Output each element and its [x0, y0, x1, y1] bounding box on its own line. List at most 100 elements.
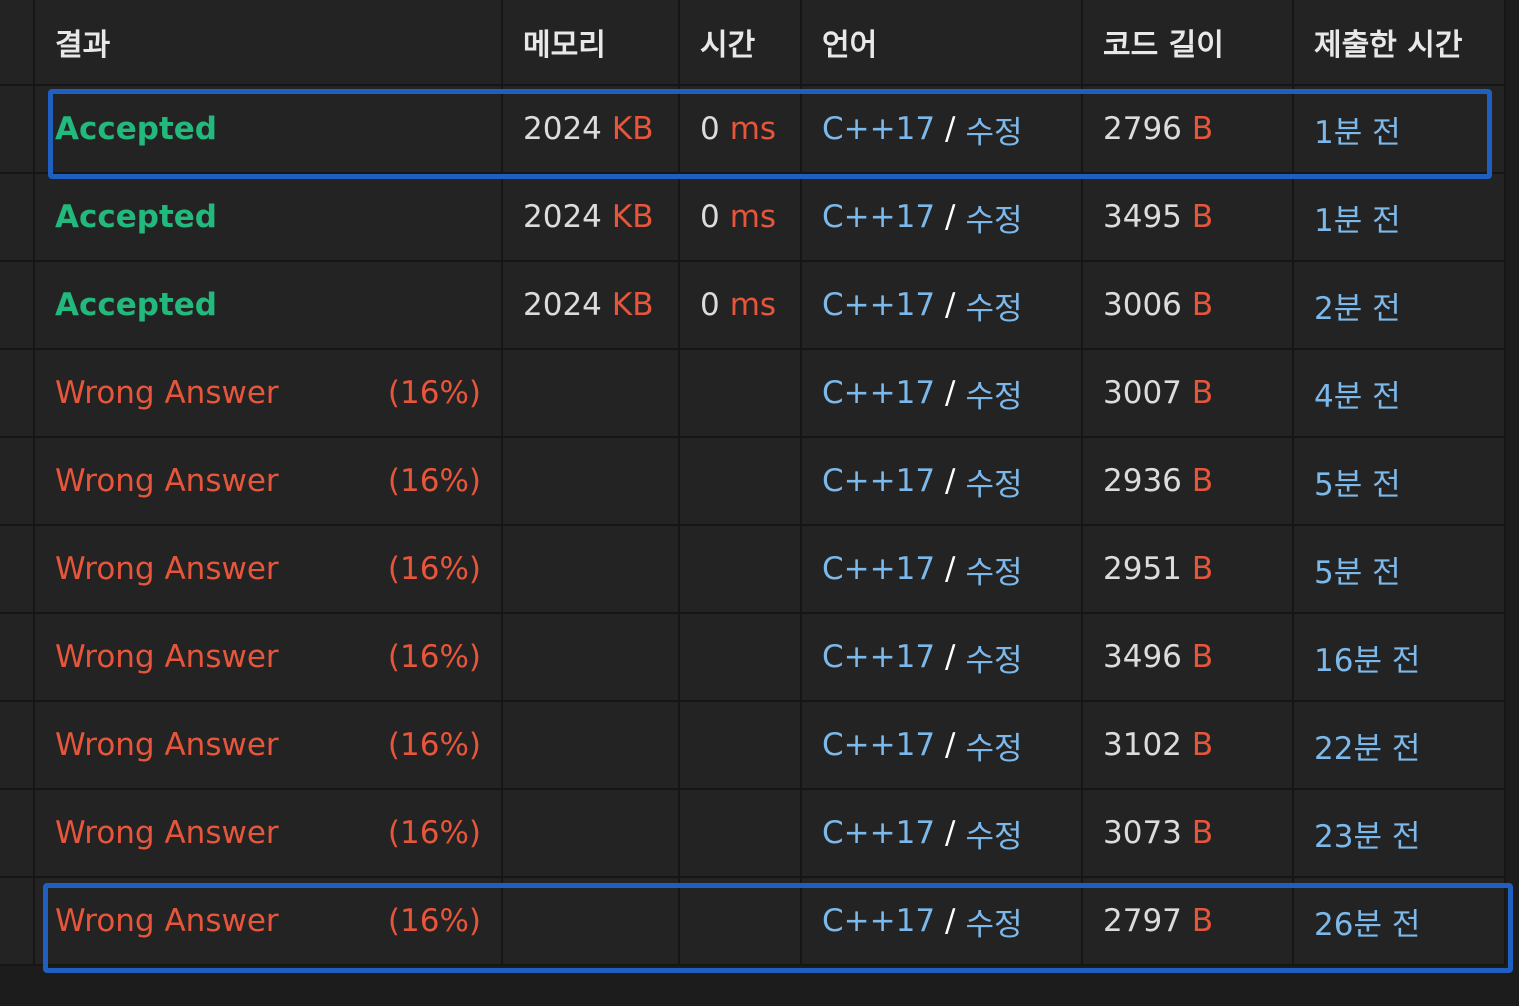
edit-link[interactable]: 수정 [966, 899, 1023, 944]
code-length-unit: B [1191, 727, 1214, 763]
submitted-time-link[interactable]: 2분 전 [1314, 283, 1401, 328]
separator: / [945, 727, 956, 763]
result-cell: Accepted [35, 86, 503, 172]
submitted-time-link[interactable]: 1분 전 [1314, 107, 1401, 152]
code-length-value: 3102 [1103, 727, 1182, 763]
header-time: 시간 [680, 0, 802, 84]
result-cell: Wrong Answer (16%) [35, 526, 503, 612]
result-cell: Wrong Answer (16%) [35, 790, 503, 876]
result-status[interactable]: Wrong Answer [55, 903, 279, 939]
edit-link[interactable]: 수정 [966, 283, 1023, 328]
row-spacer [0, 790, 35, 876]
memory-value: 2024 [523, 199, 602, 235]
result-status[interactable]: Wrong Answer [55, 463, 279, 499]
code-length-cell: 3006 B [1083, 262, 1294, 348]
header-language: 언어 [802, 0, 1083, 84]
language-cell: C++17 / 수정 [802, 438, 1083, 524]
result-status[interactable]: Accepted [55, 287, 217, 323]
language-link[interactable]: C++17 [822, 375, 935, 411]
code-length-cell: 2796 B [1083, 86, 1294, 172]
language-link[interactable]: C++17 [822, 287, 935, 323]
submitted-time-link[interactable]: 23분 전 [1314, 811, 1420, 856]
result-cell: Accepted [35, 262, 503, 348]
separator: / [945, 199, 956, 235]
edit-link[interactable]: 수정 [966, 371, 1023, 416]
edit-link[interactable]: 수정 [966, 811, 1023, 856]
result-status[interactable]: Accepted [55, 199, 217, 235]
submission-table: 결과 메모리 시간 언어 코드 길이 제출한 시간 Accepted 2024 K… [0, 0, 1506, 966]
row-spacer [0, 350, 35, 436]
submitted-time-link[interactable]: 26분 전 [1314, 899, 1420, 944]
submitted-time-cell: 5분 전 [1294, 438, 1504, 524]
header-code-length: 코드 길이 [1083, 0, 1294, 84]
language-link[interactable]: C++17 [822, 815, 935, 851]
memory-cell [503, 790, 680, 876]
submitted-time-cell: 1분 전 [1294, 174, 1504, 260]
table-row: Wrong Answer (16%) C++17 / 수정 2936 B 5분 전 [0, 438, 1504, 526]
time-cell [680, 702, 802, 788]
result-percent: (16%) [387, 463, 481, 499]
language-cell: C++17 / 수정 [802, 878, 1083, 964]
result-status[interactable]: Wrong Answer [55, 639, 279, 675]
language-link[interactable]: C++17 [822, 199, 935, 235]
code-length-unit: B [1191, 815, 1214, 851]
language-link[interactable]: C++17 [822, 639, 935, 675]
memory-cell: 2024 KB [503, 262, 680, 348]
edit-link[interactable]: 수정 [966, 459, 1023, 504]
language-link[interactable]: C++17 [822, 463, 935, 499]
language-link[interactable]: C++17 [822, 727, 935, 763]
submitted-time-link[interactable]: 5분 전 [1314, 459, 1401, 504]
code-length-unit: B [1191, 375, 1214, 411]
time-cell: 0 ms [680, 174, 802, 260]
row-spacer [0, 702, 35, 788]
table-body: Accepted 2024 KB 0 ms C++17/수정 2796 B 1분 전 … [0, 86, 1504, 966]
language-link[interactable]: C++17 [822, 551, 935, 587]
row-spacer [0, 438, 35, 524]
code-length-value: 2796 [1103, 111, 1182, 147]
code-length-unit: B [1191, 903, 1214, 939]
table-row: Wrong Answer (16%) C++17 / 수정 3073 B 23분 전 [0, 790, 1504, 878]
submitted-time-link[interactable]: 22분 전 [1314, 723, 1420, 768]
submitted-time-link[interactable]: 1분 전 [1314, 195, 1401, 240]
language-cell: C++17 / 수정 [802, 526, 1083, 612]
result-status[interactable]: Wrong Answer [55, 375, 279, 411]
header-spacer [0, 0, 35, 84]
code-length-cell: 3495 B [1083, 174, 1294, 260]
language-link[interactable]: C++17 [822, 111, 935, 147]
time-cell [680, 438, 802, 524]
submitted-time-link[interactable]: 16분 전 [1314, 635, 1420, 680]
memory-unit: KB [611, 199, 654, 235]
result-status[interactable]: Wrong Answer [55, 551, 279, 587]
table-row: Accepted 2024 KB 0 ms C++17 / 수정 3495 B 1분 전 [0, 174, 1504, 262]
edit-link[interactable]: 수정 [966, 723, 1023, 768]
code-length-value: 2797 [1103, 903, 1182, 939]
row-spacer [0, 174, 35, 260]
result-status[interactable]: Wrong Answer [55, 727, 279, 763]
edit-link[interactable]: 수정 [966, 547, 1023, 592]
submitted-time-link[interactable]: 5분 전 [1314, 547, 1401, 592]
submitted-time-cell: 16분 전 [1294, 614, 1504, 700]
result-percent: (16%) [387, 551, 481, 587]
edit-link[interactable]: 수정 [966, 635, 1023, 680]
code-length-value: 3495 [1103, 199, 1182, 235]
row-spacer [0, 86, 35, 172]
submitted-time-cell: 23분 전 [1294, 790, 1504, 876]
result-cell: Wrong Answer (16%) [35, 702, 503, 788]
result-status[interactable]: Accepted [55, 111, 217, 147]
separator: / [945, 551, 956, 587]
time-cell: 0 ms [680, 262, 802, 348]
submitted-time-cell: 1분 전 [1294, 86, 1504, 172]
edit-link[interactable]: 수정 [966, 107, 1023, 152]
table-row: Wrong Answer (16%) C++17 / 수정 2797 B 26분 전 [0, 878, 1504, 966]
code-length-cell: 3496 B [1083, 614, 1294, 700]
result-status[interactable]: Wrong Answer [55, 815, 279, 851]
language-link[interactable]: C++17 [822, 903, 935, 939]
time-cell [680, 790, 802, 876]
submitted-time-link[interactable]: 4분 전 [1314, 371, 1401, 416]
memory-cell [503, 526, 680, 612]
language-cell: C++17 / 수정 [802, 790, 1083, 876]
edit-link[interactable]: 수정 [966, 195, 1023, 240]
time-cell [680, 614, 802, 700]
time-cell [680, 526, 802, 612]
memory-cell [503, 350, 680, 436]
